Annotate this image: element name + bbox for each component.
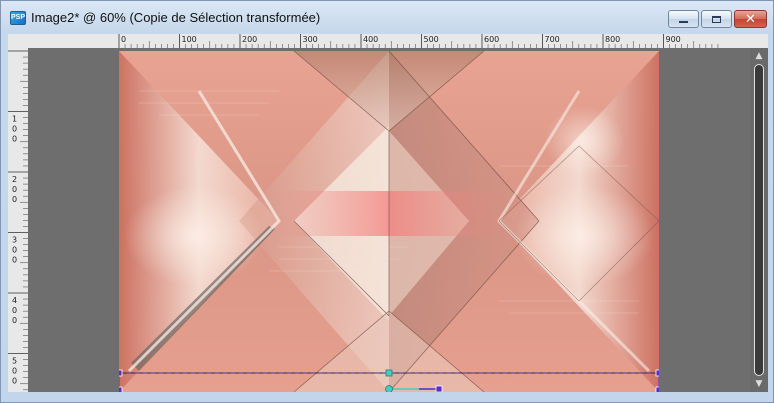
maximize-button[interactable] <box>701 10 732 28</box>
vertical-scrollbar[interactable]: ▲ ▼ <box>750 48 768 392</box>
ruler-left-label: 0 <box>12 246 17 255</box>
ruler-top-label: 200 <box>242 35 257 44</box>
minimize-icon <box>679 20 688 23</box>
workspace[interactable] <box>28 48 750 392</box>
ruler-left-label: 0 <box>12 377 17 386</box>
ruler-left-label: 0 <box>12 125 17 134</box>
ruler-left-label: 0 <box>12 316 17 325</box>
close-icon: ✕ <box>745 11 756 27</box>
ruler-left-label: 0 <box>12 306 17 315</box>
image-window: PSP Image2* @ 60% (Copie de Sélection tr… <box>0 0 774 403</box>
ruler-corner <box>8 34 28 48</box>
psp-image-icon: PSP <box>10 11 26 25</box>
scroll-up-arrow[interactable]: ▲ <box>753 51 765 61</box>
ruler-left-label: 0 <box>12 256 17 265</box>
canvas-area: 0 100 200 300 400 500 600 700 800 900 10020030040… <box>8 34 768 392</box>
window-title: Image2* @ 60% (Copie de Sélection transf… <box>31 10 321 25</box>
scrollbar-thumb[interactable] <box>754 64 764 376</box>
minimize-button[interactable] <box>668 10 699 28</box>
ruler-left-label: 1 <box>12 115 17 124</box>
ruler-top-label: 600 <box>484 35 499 44</box>
title-bar[interactable]: PSP Image2* @ 60% (Copie de Sélection tr… <box>1 1 773 32</box>
ruler-top-label: 300 <box>303 35 318 44</box>
horizontal-ruler[interactable]: 0 100 200 300 400 500 600 700 800 900 <box>28 34 768 48</box>
ruler-left-label: 0 <box>12 195 17 204</box>
vertical-ruler-ticks: 100200300400500 <box>8 50 28 391</box>
ruler-top-label: 0 <box>121 35 126 44</box>
maximize-icon <box>712 15 721 23</box>
scroll-down-arrow[interactable]: ▼ <box>753 379 765 389</box>
ruler-top-label: 400 <box>363 35 378 44</box>
ruler-top-label: 700 <box>545 35 560 44</box>
ruler-left-label: 0 <box>12 367 17 376</box>
ruler-left-label: 0 <box>12 135 17 144</box>
ruler-left-label: 5 <box>12 357 17 366</box>
ruler-top-label: 500 <box>424 35 439 44</box>
ruler-left-label: 2 <box>12 175 17 184</box>
close-button[interactable]: ✕ <box>734 10 767 28</box>
ruler-top-label: 100 <box>182 35 197 44</box>
ruler-left-label: 4 <box>12 296 17 305</box>
ruler-left-label: 3 <box>12 236 17 245</box>
image-canvas[interactable] <box>119 51 659 392</box>
ruler-top-label: 900 <box>666 35 681 44</box>
ruler-left-label: 0 <box>12 185 17 194</box>
vertical-ruler[interactable]: 100200300400500 <box>8 48 28 392</box>
ruler-top-label: 800 <box>605 35 620 44</box>
horizontal-ruler-ticks: 0 100 200 300 400 500 600 700 800 900 <box>118 34 719 48</box>
